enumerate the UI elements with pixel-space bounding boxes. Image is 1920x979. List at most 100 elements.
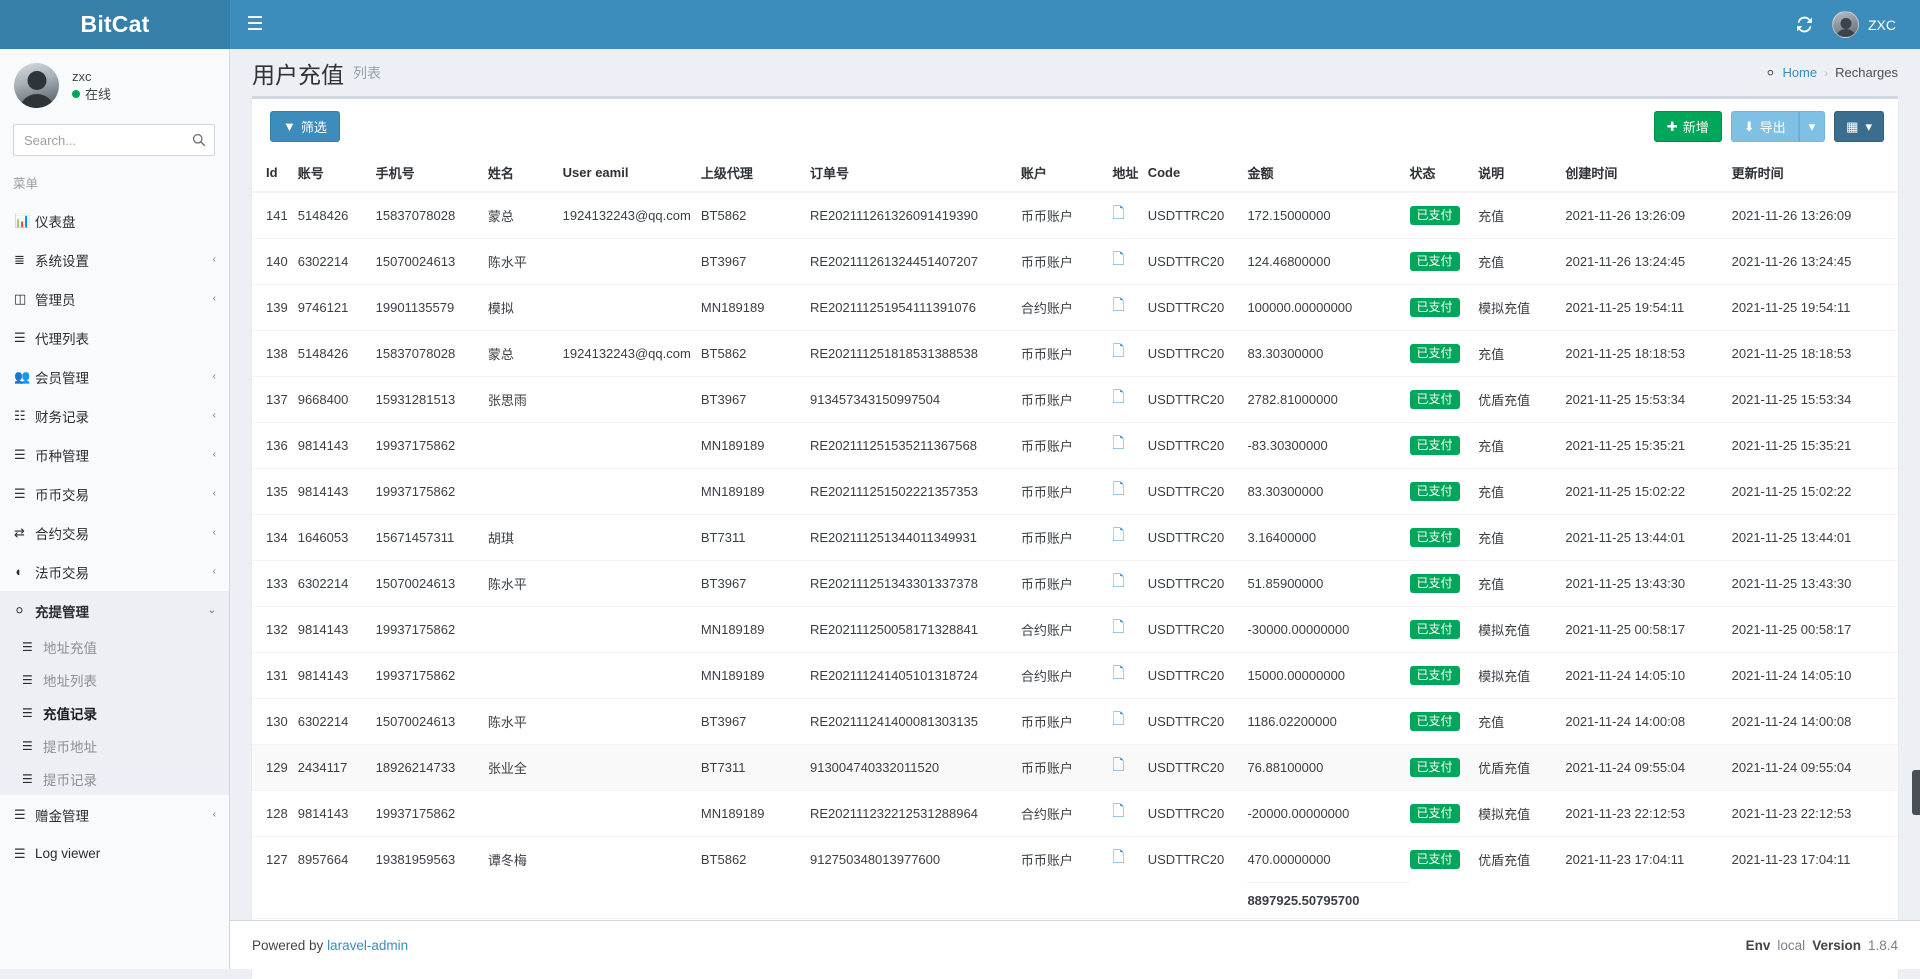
cell-address[interactable]: 🗋	[1112, 376, 1148, 423]
sidebar-item-financial-records[interactable]: ☷ 财务记录 ‹	[0, 396, 229, 435]
table-row[interactable]: 131 9814143 19937175862 MN189189 RE202111241…	[252, 652, 1898, 699]
export-button[interactable]: ⬇ 导出	[1730, 111, 1799, 142]
copy-icon[interactable]: 🗋	[1112, 389, 1124, 406]
col-account[interactable]: 账号	[297, 154, 376, 193]
col-agent[interactable]: 上级代理	[700, 154, 810, 193]
table-row[interactable]: 137 9668400 15931281513 张思雨 BT3967 9134573431…	[252, 376, 1898, 423]
copy-icon[interactable]: 🗋	[1112, 665, 1124, 682]
cell-address[interactable]: 🗋	[1112, 606, 1148, 653]
sidebar-toggle-button[interactable]: ☰	[230, 0, 280, 49]
table-row[interactable]: 129 2434117 18926214733 张业全 BT7311 9130047403…	[252, 744, 1898, 791]
sidebar-item-contract-trading[interactable]: ⇄ 合约交易 ‹	[0, 513, 229, 552]
sidebar-item-fiat-trading[interactable]: ◖ 法币交易 ‹	[0, 552, 229, 591]
sidebar-item-bonus-management[interactable]: ☰ 赠金管理 ‹	[0, 795, 229, 834]
sidebar-item-label: 币币交易	[35, 487, 89, 503]
sidebar-item-recharge-management[interactable]: ⚪ 充提管理 ⌄ ☰ 地址充值 ☰ 地址列表 ☰ 充值记录 ☰ 提币地址 ☰ 提…	[0, 591, 229, 795]
cell-id: 130	[252, 698, 298, 745]
sidebar-subitem-label: 地址列表	[43, 673, 97, 689]
sidebar-item-log-viewer[interactable]: ☰ Log viewer	[0, 834, 229, 873]
table-row[interactable]: 127 8957664 19381959563 谭冬梅 BT5862 9127503480…	[252, 836, 1898, 882]
breadcrumb-home-link[interactable]: Home	[1782, 65, 1817, 80]
col-phone[interactable]: 手机号	[375, 154, 488, 193]
laravel-admin-link[interactable]: laravel-admin	[327, 938, 408, 953]
column-selector-button[interactable]: ▦ ▾	[1834, 111, 1884, 142]
cell-order: 913004740332011520	[809, 744, 1021, 791]
copy-icon[interactable]: 🗋	[1112, 297, 1124, 314]
copy-icon[interactable]: 🗋	[1112, 205, 1124, 222]
copy-icon[interactable]: 🗋	[1112, 435, 1124, 452]
col-status[interactable]: 状态	[1409, 154, 1479, 193]
cell-address[interactable]: 🗋	[1112, 790, 1148, 837]
table-row[interactable]: 132 9814143 19937175862 MN189189 RE202111250…	[252, 606, 1898, 653]
copy-icon[interactable]: 🗋	[1112, 619, 1124, 636]
sidebar-item-withdraw-records[interactable]: ☰ 提币记录	[0, 762, 229, 795]
col-updated[interactable]: 更新时间	[1731, 154, 1898, 193]
cell-address[interactable]: 🗋	[1112, 284, 1148, 331]
cell-address[interactable]: 🗋	[1112, 836, 1148, 882]
cell-agent: MN189189	[700, 468, 810, 515]
cell-address[interactable]: 🗋	[1112, 514, 1148, 561]
sidebar-item-member-management[interactable]: 👥 会员管理 ‹	[0, 357, 229, 396]
sidebar-submenu-recharge: ☰ 地址充值 ☰ 地址列表 ☰ 充值记录 ☰ 提币地址 ☰ 提币记录	[0, 630, 229, 795]
cell-address[interactable]: 🗋	[1112, 422, 1148, 469]
table-row[interactable]: 128 9814143 19937175862 MN189189 RE202111232…	[252, 790, 1898, 837]
cell-address[interactable]: 🗋	[1112, 652, 1148, 699]
col-created[interactable]: 创建时间	[1565, 154, 1732, 193]
sidebar-item-currency-management[interactable]: ☰ 币种管理 ‹	[0, 435, 229, 474]
col-amount[interactable]: 金额	[1247, 154, 1410, 193]
add-button[interactable]: ✚ 新增	[1653, 111, 1722, 142]
copy-icon[interactable]: 🗋	[1112, 343, 1124, 360]
copy-icon[interactable]: 🗋	[1112, 573, 1124, 590]
brand-logo[interactable]: BitCat	[0, 0, 230, 49]
export-dropdown-button[interactable]: ▾	[1798, 111, 1826, 142]
col-email[interactable]: User eamil	[562, 154, 701, 193]
table-row[interactable]: 141 5148426 15837078028 蒙总 1924132243@qq.com…	[252, 191, 1898, 239]
col-desc[interactable]: 说明	[1478, 154, 1566, 193]
copy-icon[interactable]: 🗋	[1112, 527, 1124, 544]
scrollbar-thumb[interactable]	[1912, 770, 1920, 815]
sidebar-item-agent-list[interactable]: ☰ 代理列表	[0, 318, 229, 357]
cell-address[interactable]: 🗋	[1112, 698, 1148, 745]
cell-address[interactable]: 🗋	[1112, 330, 1148, 377]
table-row[interactable]: 136 9814143 19937175862 MN189189 RE202111251…	[252, 422, 1898, 469]
col-code[interactable]: Code	[1147, 154, 1248, 193]
table-row[interactable]: 135 9814143 19937175862 MN189189 RE202111251…	[252, 468, 1898, 515]
copy-icon[interactable]: 🗋	[1112, 757, 1124, 774]
copy-icon[interactable]: 🗋	[1112, 711, 1124, 728]
copy-icon[interactable]: 🗋	[1112, 251, 1124, 268]
col-address[interactable]: 地址	[1112, 154, 1148, 193]
cell-address[interactable]: 🗋	[1112, 468, 1148, 515]
copy-icon[interactable]: 🗋	[1112, 803, 1124, 820]
col-id[interactable]: Id	[252, 154, 298, 193]
sidebar-item-coin-trading[interactable]: ☰ 币币交易 ‹	[0, 474, 229, 513]
refresh-button[interactable]	[1782, 0, 1826, 49]
table-row[interactable]: 138 5148426 15837078028 蒙总 1924132243@qq.com…	[252, 330, 1898, 377]
table-row[interactable]: 130 6302214 15070024613 陈水平 BT3967 RE20211124…	[252, 698, 1898, 745]
col-account-type[interactable]: 账户	[1020, 154, 1113, 193]
table-row[interactable]: 134 1646053 15671457311 胡琪 BT7311 RE202111251…	[252, 514, 1898, 561]
table-row[interactable]: 140 6302214 15070024613 陈水平 BT3967 RE20211126…	[252, 238, 1898, 285]
cell-address[interactable]: 🗋	[1112, 744, 1148, 791]
copy-icon[interactable]: 🗋	[1112, 849, 1124, 866]
col-order[interactable]: 订单号	[809, 154, 1021, 193]
status-badge: 已支付	[1409, 436, 1460, 455]
cell-address[interactable]: 🗋	[1112, 191, 1148, 239]
cell-address[interactable]: 🗋	[1112, 560, 1148, 607]
cell-address[interactable]: 🗋	[1112, 238, 1148, 285]
search-button[interactable]	[183, 125, 214, 155]
sidebar-item-address-list[interactable]: ☰ 地址列表	[0, 663, 229, 696]
sidebar-item-address-recharge[interactable]: ☰ 地址充值	[0, 630, 229, 663]
user-menu-button[interactable]: ZXC	[1826, 0, 1906, 49]
copy-icon[interactable]: 🗋	[1112, 481, 1124, 498]
sidebar-item-admins[interactable]: ◫ 管理员 ‹	[0, 279, 229, 318]
filter-button[interactable]: ▼ 筛选	[270, 111, 340, 142]
sidebar-item-withdraw-address[interactable]: ☰ 提币地址	[0, 729, 229, 762]
table-row[interactable]: 133 6302214 15070024613 陈水平 BT3967 RE20211125…	[252, 560, 1898, 607]
sidebar-item-system-settings[interactable]: ≣ 系统设置 ‹	[0, 240, 229, 279]
cell-id: 131	[252, 652, 298, 699]
table-row[interactable]: 139 9746121 19901135579 模拟 MN189189 RE2021112…	[252, 284, 1898, 331]
sidebar-item-dashboard[interactable]: 📊 仪表盘	[0, 201, 229, 240]
sidebar-item-recharge-records[interactable]: ☰ 充值记录	[0, 696, 229, 729]
sidebar-search[interactable]	[13, 124, 215, 156]
col-name[interactable]: 姓名	[487, 154, 563, 193]
